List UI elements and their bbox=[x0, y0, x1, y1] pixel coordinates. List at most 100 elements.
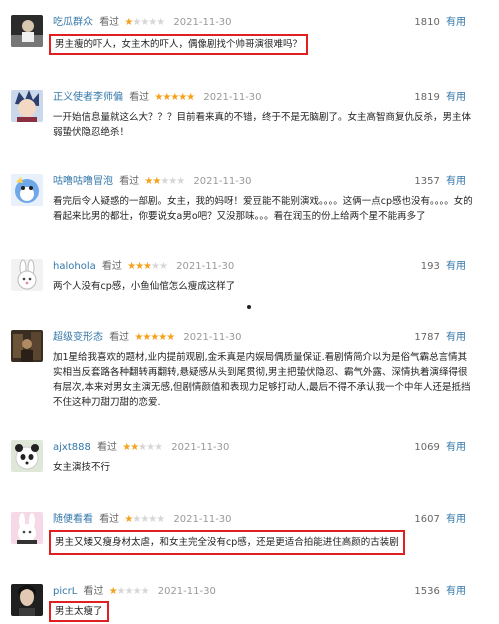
vote-count: 193 bbox=[420, 261, 440, 272]
dark-figure-avatar[interactable] bbox=[11, 15, 43, 47]
review-item: ajxt888 看过 ★★★★★ 2021-11-30 1069 有用 女主演技… bbox=[0, 440, 499, 480]
star-empty-icon: ★ bbox=[156, 514, 165, 525]
rating-stars: ★★★★★ bbox=[127, 260, 168, 274]
useful-votes: 1607 有用 bbox=[414, 513, 466, 527]
useful-votes: 1357 有用 bbox=[414, 175, 466, 189]
divider-dot bbox=[247, 305, 251, 309]
rated-label: 看过 bbox=[119, 176, 140, 187]
rated-label: 看过 bbox=[99, 514, 120, 525]
rated-label: 看过 bbox=[97, 442, 118, 453]
review-item: 随便看看 看过 ★★★★★ 2021-11-30 1607 有用 男主又矮又瘦身… bbox=[0, 512, 499, 560]
rating-stars: ★★★★★ bbox=[122, 441, 163, 455]
review-date: 2021-11-30 bbox=[171, 442, 230, 453]
star-filled-icon: ★ bbox=[127, 261, 136, 272]
review-item: 正义使者李师偏 看过 ★★★★★ 2021-11-30 1819 有用 一开始信… bbox=[0, 90, 499, 150]
review-meta: ajxt888 看过 ★★★★★ 2021-11-30 bbox=[53, 441, 229, 455]
review-item: 吃瓜群众 看过 ★★★★★ 2021-11-30 1810 有用 男主瘦的吓人，… bbox=[0, 15, 499, 55]
star-filled-icon: ★ bbox=[166, 332, 175, 343]
star-empty-icon: ★ bbox=[146, 442, 155, 453]
review-meta: 咕噜咕噜冒泡 看过 ★★★★★ 2021-11-30 bbox=[53, 175, 252, 189]
rated-label: 看过 bbox=[109, 332, 130, 343]
pink-rabbit-avatar[interactable] bbox=[11, 512, 43, 544]
useful-button[interactable]: 有用 bbox=[446, 514, 466, 525]
panda-avatar[interactable] bbox=[11, 440, 43, 472]
star-empty-icon: ★ bbox=[156, 17, 165, 28]
star-empty-icon: ★ bbox=[132, 586, 142, 597]
vote-count: 1069 bbox=[414, 442, 440, 453]
review-meta: 超级变形态 看过 ★★★★★ 2021-11-30 bbox=[53, 331, 242, 345]
useful-votes: 1819 有用 bbox=[414, 91, 466, 105]
vote-count: 1536 bbox=[414, 586, 440, 597]
vote-count: 1787 bbox=[414, 332, 440, 343]
star-filled-icon: ★ bbox=[143, 261, 152, 272]
review-list: 吃瓜群众 看过 ★★★★★ 2021-11-30 1810 有用 男主瘦的吓人，… bbox=[0, 0, 499, 624]
useful-votes: 1536 有用 bbox=[414, 585, 466, 599]
username-link[interactable]: 超级变形态 bbox=[53, 332, 103, 343]
rating-stars: ★★★★★ bbox=[124, 16, 165, 30]
useful-button[interactable]: 有用 bbox=[446, 17, 466, 28]
useful-button[interactable]: 有用 bbox=[446, 92, 466, 103]
rating-stars: ★★★★★ bbox=[108, 585, 150, 599]
review-text: 看完后令人疑惑的一部剧。女主，我的妈呀！爱豆能不能别演戏。。。。这俩一点cp感也… bbox=[53, 196, 473, 222]
star-filled-icon: ★ bbox=[130, 442, 139, 453]
star-filled-icon: ★ bbox=[135, 261, 144, 272]
star-empty-icon: ★ bbox=[138, 442, 147, 453]
username-link[interactable]: halohola bbox=[53, 261, 96, 272]
rated-label: 看过 bbox=[83, 586, 104, 597]
vote-count: 1607 bbox=[414, 514, 440, 525]
rating-stars: ★★★★★ bbox=[144, 175, 185, 189]
review-meta: halohola 看过 ★★★★★ 2021-11-30 bbox=[53, 260, 234, 274]
useful-votes: 1787 有用 bbox=[414, 331, 466, 345]
review-date: 2021-11-30 bbox=[203, 92, 262, 103]
star-filled-icon: ★ bbox=[108, 586, 118, 597]
review-date: 2021-11-30 bbox=[173, 17, 232, 28]
useful-votes: 1069 有用 bbox=[414, 441, 466, 455]
review-date: 2021-11-30 bbox=[157, 586, 216, 597]
vote-count: 1357 bbox=[414, 176, 440, 187]
review-text: 两个人没有cp感，小鱼仙倌怎么瘦成这样了 bbox=[53, 281, 236, 292]
rated-label: 看过 bbox=[129, 92, 150, 103]
useful-button[interactable]: 有用 bbox=[446, 442, 466, 453]
review-meta: picrL 看过 ★★★★★ 2021-11-30 bbox=[53, 585, 216, 599]
rating-stars: ★★★★★ bbox=[154, 91, 195, 105]
review-item: halohola 看过 ★★★★★ 2021-11-30 193 有用 两个人没… bbox=[0, 259, 499, 299]
username-link[interactable]: 正义使者李师偏 bbox=[53, 92, 123, 103]
rated-label: 看过 bbox=[101, 261, 122, 272]
dark-scene-avatar[interactable] bbox=[11, 330, 43, 362]
username-link[interactable]: picrL bbox=[53, 586, 77, 597]
useful-button[interactable]: 有用 bbox=[446, 586, 466, 597]
review-date: 2021-11-30 bbox=[193, 176, 252, 187]
bunny-avatar[interactable] bbox=[11, 259, 43, 291]
review-text-highlighted: 男主又矮又瘦身材太虐，和女主完全没有cp感，还是更适合拍能进住高颜的古装剧 bbox=[49, 530, 405, 555]
portrait-avatar[interactable] bbox=[11, 584, 43, 616]
review-item: 超级变形态 看过 ★★★★★ 2021-11-30 1787 有用 加1星给我喜… bbox=[0, 330, 499, 410]
username-link[interactable]: 吃瓜群众 bbox=[53, 17, 93, 28]
username-link[interactable]: 咕噜咕噜冒泡 bbox=[53, 176, 113, 187]
star-empty-icon: ★ bbox=[124, 586, 134, 597]
star-empty-icon: ★ bbox=[154, 442, 163, 453]
anime-boy-avatar[interactable] bbox=[11, 90, 43, 122]
star-filled-icon: ★ bbox=[186, 92, 195, 103]
star-empty-icon: ★ bbox=[116, 586, 126, 597]
review-date: 2021-11-30 bbox=[183, 332, 242, 343]
useful-button[interactable]: 有用 bbox=[446, 176, 466, 187]
review-item: 咕噜咕噜冒泡 看过 ★★★★★ 2021-11-30 1357 有用 看完后令人… bbox=[0, 174, 499, 234]
review-text-highlighted: 男主瘦的吓人，女主木的吓人，偶像剧找个帅哥演很难吗？ bbox=[49, 34, 309, 55]
blue-cartoon-avatar[interactable] bbox=[11, 174, 43, 206]
star-empty-icon: ★ bbox=[158, 261, 168, 272]
review-meta: 随便看看 看过 ★★★★★ 2021-11-30 bbox=[53, 513, 232, 527]
review-text-wrap: 男主瘦的吓人，女主木的吓人，偶像剧找个帅哥演很难吗？ bbox=[49, 34, 473, 55]
review-meta: 正义使者李师偏 看过 ★★★★★ 2021-11-30 bbox=[53, 91, 262, 105]
star-empty-icon: ★ bbox=[140, 586, 150, 597]
useful-votes: 193 有用 bbox=[421, 260, 466, 274]
useful-button[interactable]: 有用 bbox=[446, 261, 466, 272]
rated-label: 看过 bbox=[99, 17, 120, 28]
review-item: picrL 看过 ★★★★★ 2021-11-30 1536 有用 男主太瘦了 bbox=[0, 584, 499, 622]
useful-button[interactable]: 有用 bbox=[446, 332, 466, 343]
vote-count: 1819 bbox=[414, 92, 440, 103]
review-text: 一开始信息量就这么大？？？目前看来真的不错，终于不是无脑剧了。女主高智商复仇反杀… bbox=[53, 112, 472, 138]
review-text: 加1星给我喜欢的题材,业内提前观剧,金禾真是内娱局偶质量保证.看剧情简介以为是俗… bbox=[53, 352, 471, 408]
review-text-wrap: 男主太瘦了 bbox=[49, 601, 473, 622]
username-link[interactable]: ajxt888 bbox=[53, 442, 91, 453]
username-link[interactable]: 随便看看 bbox=[53, 514, 93, 525]
